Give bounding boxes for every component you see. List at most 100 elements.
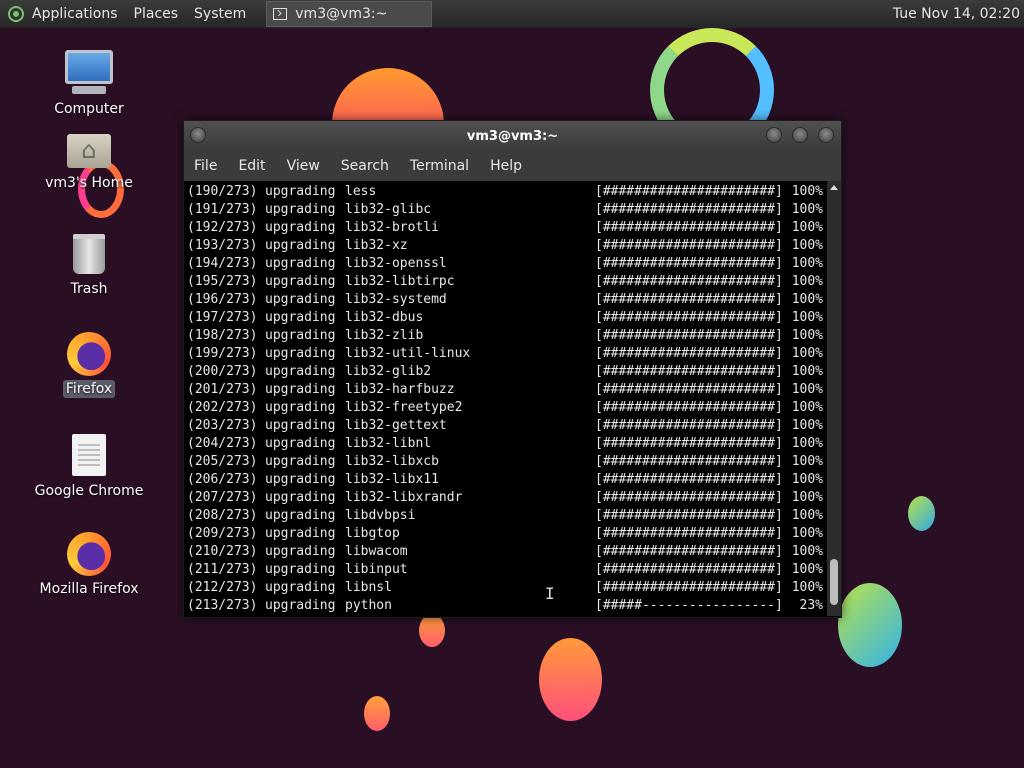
distro-logo-icon[interactable] [8, 6, 24, 22]
terminal-line: (210/273) upgrading libwacom [#############… [187, 543, 827, 561]
terminal-step: (190/273) [187, 184, 258, 199]
maximize-icon[interactable] [792, 127, 808, 143]
desktop-icon-mozilla-firefox[interactable]: Mozilla Firefox [29, 532, 149, 598]
desktop-icon-trash[interactable]: Trash [29, 234, 149, 298]
terminal-package: lib32-dbus [345, 310, 424, 325]
terminal-package: lib32-brotli [345, 220, 439, 235]
close-icon[interactable] [818, 127, 834, 143]
terminal-progress-bar: [######################] [595, 436, 783, 451]
scroll-up-icon[interactable] [830, 185, 838, 190]
terminal-step: (201/273) [187, 382, 258, 397]
wallpaper-small-orange-bubble-2 [364, 696, 390, 731]
menu-edit[interactable]: Edit [230, 158, 273, 174]
terminal-progress-bar: [######################] [595, 508, 783, 523]
terminal-step: (209/273) [187, 526, 258, 541]
terminal-percent: 100% [791, 454, 823, 469]
menu-file[interactable]: File [186, 158, 225, 174]
terminal-percent: 100% [791, 256, 823, 271]
system-menu[interactable]: System [186, 0, 254, 28]
terminal-percent: 100% [791, 238, 823, 253]
terminal-package: less [345, 184, 377, 199]
terminal-percent: 100% [791, 580, 823, 595]
terminal-step: (196/273) [187, 292, 258, 307]
wallpaper-small-orange-bubble [419, 614, 445, 647]
terminal-percent: 100% [791, 508, 823, 523]
taskbar-terminal-button[interactable]: vm3@vm3:~ [266, 1, 433, 27]
computer-icon-base [72, 86, 106, 94]
terminal-percent: 100% [791, 292, 823, 307]
terminal-step: (210/273) [187, 544, 258, 559]
terminal-package: lib32-libnl [345, 436, 432, 451]
places-menu[interactable]: Places [126, 0, 187, 28]
taskbar-window-title: vm3@vm3:~ [295, 6, 388, 22]
desktop-icon-computer[interactable]: Computer [29, 50, 149, 118]
terminal-package: lib32-freetype2 [345, 400, 463, 415]
wallpaper-green-bubble [838, 583, 902, 667]
terminal-output[interactable]: (190/273) upgrading less [#################… [184, 181, 827, 616]
terminal-percent: 100% [791, 436, 823, 451]
terminal-percent: 100% [791, 346, 823, 361]
terminal-progress-bar: [######################] [595, 328, 783, 343]
terminal-action: upgrading [265, 364, 336, 379]
terminal-line: (209/273) upgrading libgtop [##############… [187, 525, 827, 543]
firefox-icon [67, 332, 111, 376]
terminal-progress-bar: [######################] [595, 202, 783, 217]
terminal-package: lib32-openssl [345, 256, 447, 271]
firefox-icon [67, 532, 111, 576]
terminal-action: upgrading [265, 400, 336, 415]
terminal-line: (193/273) upgrading lib32-xz [#############… [187, 237, 827, 255]
scrollbar-thumb[interactable] [830, 559, 838, 605]
terminal-progress-bar: [######################] [595, 364, 783, 379]
terminal-percent: 100% [791, 364, 823, 379]
terminal-action: upgrading [265, 256, 336, 271]
desktop-icon-google-chrome[interactable]: Google Chrome [29, 434, 149, 500]
terminal-percent: 100% [791, 382, 823, 397]
terminal-percent: 23% [799, 598, 823, 613]
window-titlebar[interactable]: vm3@vm3:~ [184, 121, 841, 151]
minimize-icon[interactable] [766, 127, 782, 143]
terminal-progress-bar: [######################] [595, 292, 783, 307]
terminal-package: lib32-util-linux [345, 346, 471, 361]
terminal-line: (196/273) upgrading lib32-systemd [########… [187, 291, 827, 309]
terminal-scrollbar[interactable] [827, 181, 841, 616]
menu-view[interactable]: View [279, 158, 328, 174]
terminal-line: (213/273) upgrading python [#####----------… [187, 597, 827, 615]
terminal-step: (204/273) [187, 436, 258, 451]
terminal-action: upgrading [265, 238, 336, 253]
terminal-step: (198/273) [187, 328, 258, 343]
terminal-package: libinput [345, 562, 408, 577]
terminal-action: upgrading [265, 292, 336, 307]
menu-terminal[interactable]: Terminal [402, 158, 477, 174]
terminal-package: libdvbpsi [345, 508, 416, 523]
desktop-icon-label: Computer [54, 101, 124, 117]
terminal-action: upgrading [265, 274, 336, 289]
terminal-progress-bar: [######################] [595, 238, 783, 253]
applications-menu[interactable]: Applications [24, 0, 126, 28]
terminal-action: upgrading [265, 490, 336, 505]
wallpaper-pink-bubble [539, 638, 602, 721]
terminal-line: (202/273) upgrading lib32-freetype2 [######… [187, 399, 827, 417]
terminal-percent: 100% [791, 562, 823, 577]
terminal-action: upgrading [265, 562, 336, 577]
desktop-icon-label: Google Chrome [34, 483, 144, 499]
menu-search[interactable]: Search [333, 158, 397, 174]
terminal-progress-bar: [######################] [595, 184, 783, 199]
terminal-progress-bar: [######################] [595, 418, 783, 433]
clock[interactable]: Tue Nov 14, 02:20 [893, 6, 1024, 22]
desktop-icon-firefox[interactable]: Firefox [29, 332, 149, 398]
document-icon [72, 434, 106, 476]
terminal-line: (207/273) upgrading lib32-libxrandr [######… [187, 489, 827, 507]
terminal-percent: 100% [791, 526, 823, 541]
terminal-progress-bar: [######################] [595, 310, 783, 325]
terminal-line: (204/273) upgrading lib32-libnl [##########… [187, 435, 827, 453]
terminal-action: upgrading [265, 544, 336, 559]
desktop-icon-home[interactable]: vm3's Home [29, 132, 149, 192]
terminal-package: libnsl [345, 580, 392, 595]
terminal-percent: 100% [791, 490, 823, 505]
terminal-package: libwacom [345, 544, 408, 559]
terminal-step: (211/273) [187, 562, 258, 577]
terminal-progress-bar: [######################] [595, 400, 783, 415]
menu-help[interactable]: Help [482, 158, 530, 174]
terminal-action: upgrading [265, 436, 336, 451]
desktop-icon-label: Firefox [62, 380, 116, 398]
